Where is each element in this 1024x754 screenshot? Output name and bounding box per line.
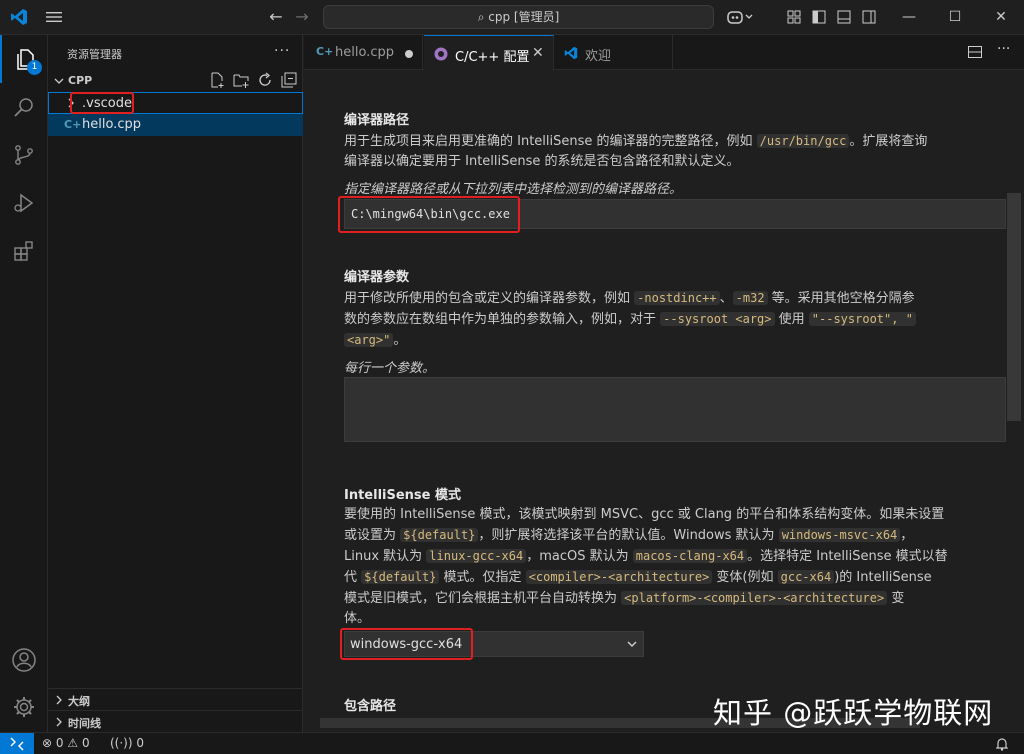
cpp-config-editor: 编译器路径 用于生成项目来启用更准确的 IntelliSense 的编译器的完整… xyxy=(304,71,1024,732)
editor-tabs: C+ hello.cpp C/C++ 配置 ✕ 欢迎 ··· xyxy=(304,35,1024,71)
intellisense-mode-value: windows-gcc-x64 xyxy=(350,637,463,652)
new-folder-icon[interactable] xyxy=(233,72,249,88)
chevron-right-icon xyxy=(56,717,62,727)
bell-icon[interactable] xyxy=(996,737,1008,751)
tree-item-vscode-folder[interactable]: .vscode xyxy=(48,92,303,114)
vscode-logo-icon xyxy=(11,9,27,25)
workspace-name: CPP xyxy=(68,74,93,87)
extensions-activity[interactable] xyxy=(0,227,48,275)
customize-layout-icon[interactable] xyxy=(786,9,802,25)
chevron-right-icon xyxy=(68,98,74,108)
search-icon xyxy=(14,98,33,117)
more-actions-icon[interactable]: ··· xyxy=(274,43,290,59)
back-arrow-icon[interactable]: ← xyxy=(267,8,285,26)
compiler-args-description: 用于修改所使用的包含或定义的编译器参数，例如 -nostdinc++、 -m32 … xyxy=(344,291,916,348)
compiler-path-description: 用于生成项目来启用更准确的 IntelliSense 的编译器的完整路径，例如 … xyxy=(344,134,928,169)
close-window-icon[interactable]: ✕ xyxy=(978,0,1024,35)
search-label: cpp [管理员] xyxy=(488,10,560,24)
tab-label: 欢迎 xyxy=(585,49,612,64)
search-activity[interactable] xyxy=(0,83,48,131)
close-icon[interactable]: ✕ xyxy=(532,45,544,61)
copilot-icon[interactable] xyxy=(727,9,755,25)
explorer-sidebar: 资源管理器 ··· CPP .vscode C+ hello.cpp 大纲 时间… xyxy=(48,35,303,732)
explorer-activity[interactable]: 1 xyxy=(0,35,48,83)
activity-bar: 1 xyxy=(0,35,48,732)
cpp-file-icon: C+ xyxy=(316,45,334,58)
tab-hello-cpp[interactable]: C+ hello.cpp xyxy=(304,35,423,70)
tab-cpp-config[interactable]: C/C++ 配置 ✕ xyxy=(424,35,554,71)
editor-vertical-scrollbar[interactable] xyxy=(1007,193,1021,421)
account-icon xyxy=(12,648,36,672)
timeline-label: 时间线 xyxy=(68,717,101,730)
include-path-title: 包含路径 xyxy=(344,699,397,714)
refresh-explorer-icon[interactable] xyxy=(257,72,273,88)
intellisense-mode-title: IntelliSense 模式 xyxy=(344,488,462,503)
menu-icon[interactable] xyxy=(45,9,63,25)
extensions-icon xyxy=(14,241,33,261)
manage-activity[interactable] xyxy=(0,683,48,731)
status-bar: ⊗ 0 ⚠ 0 ((·)) 0 xyxy=(0,732,1024,754)
cpp-file-icon: C+ xyxy=(64,118,82,131)
intellisense-mode-select[interactable]: windows-gcc-x64 xyxy=(344,631,644,657)
compiler-path-title: 编译器路径 xyxy=(344,113,410,128)
run-debug-activity[interactable] xyxy=(0,179,48,227)
tree-item-label: hello.cpp xyxy=(82,117,141,132)
compiler-args-textarea[interactable] xyxy=(344,377,1006,442)
toggle-primary-sidebar-icon[interactable] xyxy=(811,9,827,25)
ports-indicator[interactable]: ((·)) 0 xyxy=(110,736,144,750)
error-icon: ⊗ xyxy=(42,736,53,750)
remote-icon xyxy=(10,737,24,751)
compiler-path-input[interactable]: C:\mingw64\bin\gcc.exe xyxy=(344,199,1006,229)
cpp-extension-icon xyxy=(434,47,448,61)
outline-section-header[interactable]: 大纲 xyxy=(48,688,303,710)
compiler-path-value: C:\mingw64\bin\gcc.exe xyxy=(351,207,510,221)
remote-indicator[interactable] xyxy=(0,733,34,754)
problems-indicator[interactable]: ⊗ 0 ⚠ 0 xyxy=(42,736,90,750)
vscode-logo-icon xyxy=(564,46,578,60)
compiler-path-hint: 指定编译器路径或从下拉列表中选择检测到的编译器路径。 xyxy=(344,182,683,197)
collapse-folders-icon[interactable] xyxy=(281,72,297,88)
run-debug-icon xyxy=(14,193,34,213)
explorer-badge: 1 xyxy=(27,60,42,75)
toggle-panel-icon[interactable] xyxy=(836,9,852,25)
forward-arrow-icon[interactable]: → xyxy=(293,8,311,26)
maximize-window-icon[interactable]: ☐ xyxy=(932,0,978,35)
unsaved-dot-icon[interactable] xyxy=(405,50,413,58)
intellisense-mode-description: 要使用的 IntelliSense 模式，该模式映射到 MSVC、gcc 或 C… xyxy=(344,507,948,626)
broadcast-icon: ((·)) xyxy=(110,736,133,750)
chevron-down-icon xyxy=(627,641,637,648)
search-icon: ⌕ xyxy=(477,10,489,24)
new-file-icon[interactable] xyxy=(209,72,225,88)
source-control-icon xyxy=(15,145,33,165)
tree-item-label: .vscode xyxy=(82,96,132,111)
timeline-section-header[interactable]: 时间线 xyxy=(48,710,303,732)
chevron-down-icon xyxy=(54,78,64,84)
split-editor-icon[interactable] xyxy=(967,44,983,60)
warning-icon: ⚠ xyxy=(67,736,79,750)
accounts-activity[interactable] xyxy=(0,636,48,684)
chevron-right-icon xyxy=(56,695,62,705)
command-center-search[interactable]: ⌕ cpp [管理员] xyxy=(323,5,714,29)
tab-label: C/C++ 配置 xyxy=(455,50,530,65)
zhihu-watermark: 知乎 @跃跃学物联网 xyxy=(713,696,994,730)
toggle-secondary-sidebar-icon[interactable] xyxy=(861,9,877,25)
title-bar: ← → ⌕ cpp [管理员] — ☐ ✕ xyxy=(0,0,1024,35)
source-control-activity[interactable] xyxy=(0,131,48,179)
compiler-args-title: 编译器参数 xyxy=(344,270,410,285)
minimize-window-icon[interactable]: — xyxy=(886,0,932,35)
compiler-args-hint: 每行一个参数。 xyxy=(344,361,436,376)
tab-welcome[interactable]: 欢迎 xyxy=(555,35,673,70)
more-actions-icon[interactable]: ··· xyxy=(997,41,1013,57)
tree-item-hello-cpp[interactable]: C+ hello.cpp xyxy=(48,114,303,136)
explorer-title: 资源管理器 xyxy=(67,48,122,61)
gear-icon xyxy=(14,697,34,717)
outline-label: 大纲 xyxy=(68,695,90,708)
tab-label: hello.cpp xyxy=(335,45,394,60)
